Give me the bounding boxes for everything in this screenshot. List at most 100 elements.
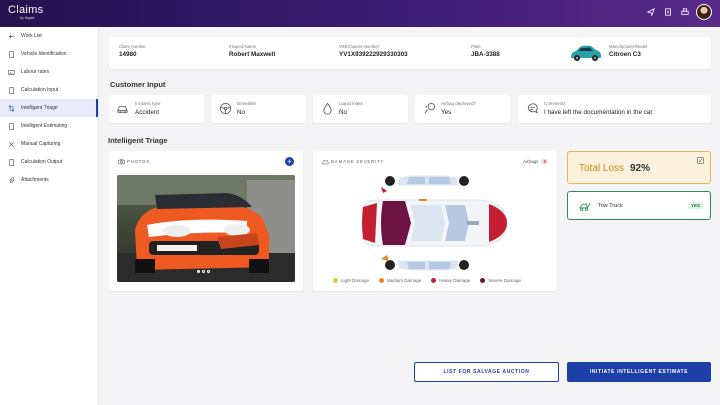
- back-arrow-icon: [8, 34, 14, 38]
- camera-icon: [118, 159, 125, 165]
- edit-icon[interactable]: [697, 157, 704, 164]
- airbags-label: Airbags: [522, 159, 539, 164]
- sidebar-item-label: Intelligent Triage: [21, 105, 58, 111]
- liquid-leaks-value: No: [339, 109, 348, 116]
- driveable-card: Driveable No: [211, 95, 306, 123]
- carousel-dot[interactable]: [197, 270, 200, 273]
- carousel-dot[interactable]: [207, 270, 210, 273]
- document-icon: [9, 50, 14, 58]
- sidebar-item-attachments[interactable]: Attachments: [0, 171, 98, 189]
- model-field: Manufacturer/Model Citroen C3: [609, 44, 647, 58]
- model-label: Manufacturer/Model: [609, 44, 648, 49]
- app-title: Claims: [8, 4, 44, 16]
- plate-field: Plate JBA-3388: [471, 44, 500, 58]
- paperclip-icon: [9, 177, 15, 183]
- sidebar: Work List Vehicle Identification Labour …: [0, 27, 99, 405]
- document-icon: [9, 122, 14, 130]
- incident-type-value: Accident: [135, 109, 160, 116]
- document-icon: [9, 86, 14, 94]
- plate-value: JBA-3388: [471, 51, 500, 58]
- printer-icon[interactable]: [679, 7, 690, 18]
- sidebar-item-manual-capturing[interactable]: Manual Capturing: [0, 135, 98, 153]
- total-loss-card[interactable]: Total Loss 92%: [567, 151, 711, 184]
- send-icon[interactable]: [645, 7, 656, 18]
- liquid-leaks-card: Liquid leaks No: [313, 95, 408, 123]
- airbag-card: Airbag deployed? Yes: [415, 95, 510, 123]
- sidebar-item-label: Work List: [21, 33, 42, 39]
- sidebar-item-calculation-input[interactable]: Calculation Input: [0, 81, 98, 99]
- vin-field: VIN/Chassis Number YV1X939222929330303: [339, 44, 408, 58]
- model-value: Citroen C3: [609, 51, 641, 58]
- legend-medium: Medium Damage: [379, 278, 421, 283]
- airbag-value: Yes: [441, 109, 452, 116]
- comments-card: Comments I have left the documentation i…: [518, 95, 711, 123]
- airbag-label: Airbag deployed?: [441, 101, 477, 106]
- image-icon: [8, 69, 15, 75]
- sidebar-item-label: Vehicle Identification: [21, 51, 67, 57]
- legend-heavy: Heavy Damage: [431, 278, 470, 283]
- customer-input-title: Customer Input: [110, 80, 166, 89]
- incident-type-label: Incident type: [135, 101, 161, 106]
- claim-summary-bar: Claim number 14980 Insured Name Robert M…: [109, 37, 711, 69]
- sidebar-item-calculation-output[interactable]: Calculation Output: [0, 153, 98, 171]
- car-thumbnail: [571, 45, 601, 61]
- sidebar-item-vehicle-identification[interactable]: Vehicle Identification: [0, 45, 98, 63]
- sidebar-item-label: Attachments: [21, 177, 49, 183]
- insured-name-value: Robert Maxwell: [229, 51, 276, 58]
- top-bar: Claims by Sapiel: [0, 0, 720, 27]
- insured-name-label: Insured Name: [229, 44, 256, 49]
- sidebar-item-label: Intelligent Estimating: [21, 123, 68, 129]
- intelligent-triage-title: Intelligent Triage: [108, 136, 168, 145]
- legend-light: Light Damage: [333, 278, 369, 283]
- legend-severe: Severe Damage: [480, 278, 521, 283]
- tow-truck-card[interactable]: Tow Truck YES: [567, 191, 711, 220]
- sort-icon: [8, 104, 15, 112]
- user-avatar[interactable]: [696, 4, 712, 20]
- total-loss-label: Total Loss: [579, 163, 625, 174]
- car-front-icon: [322, 160, 329, 165]
- airbags-indicator: Airbags 2: [523, 159, 548, 164]
- comments-label: Comments: [544, 101, 566, 106]
- claim-number-field: Claim number 14980: [119, 44, 146, 58]
- damage-severity-title: DAMAGE SEVERITY: [331, 159, 385, 164]
- car-crash-icon: [117, 106, 128, 114]
- document-icon[interactable]: [662, 7, 673, 18]
- initiate-intelligent-estimate-button[interactable]: INITIATE INTELLIGENT ESTIMATE: [567, 362, 711, 382]
- app-logo[interactable]: Claims by Sapiel: [8, 4, 43, 20]
- sidebar-item-label: Calculation Input: [21, 87, 59, 93]
- incident-type-card: Incident type Accident: [109, 95, 204, 123]
- vin-label: VIN/Chassis Number: [339, 44, 380, 49]
- tools-icon: [9, 141, 14, 147]
- sidebar-item-label: Calculation Output: [21, 159, 63, 165]
- list-for-salvage-auction-button[interactable]: LIST FOR SALVAGE AUCTION: [414, 362, 559, 382]
- sidebar-item-work-list[interactable]: Work List: [0, 27, 98, 45]
- severity-legend: Light Damage Medium Damage Heavy Damage …: [333, 278, 521, 283]
- drop-icon: [323, 102, 332, 115]
- driveable-label: Driveable: [237, 101, 257, 106]
- vin-value: YV1X939222929330303: [339, 51, 408, 58]
- car-damage-diagram[interactable]: [359, 171, 511, 275]
- airbag-icon: [424, 102, 436, 114]
- total-loss-percentage: 92%: [630, 163, 651, 174]
- plate-label: Plate: [471, 44, 481, 49]
- comment-icon: [527, 103, 538, 114]
- liquid-leaks-label: Liquid leaks: [339, 101, 363, 106]
- app-subtitle: by Sapiel: [20, 16, 35, 20]
- tow-truck-label: Tow Truck: [598, 203, 623, 209]
- damage-photo[interactable]: [117, 175, 295, 282]
- airbags-count: 2: [541, 159, 548, 164]
- photo-carousel-dots[interactable]: [197, 270, 210, 273]
- claim-number-value: 14980: [119, 51, 137, 58]
- photos-panel: PHOTOS +: [109, 151, 303, 291]
- add-photo-button[interactable]: +: [285, 157, 294, 166]
- comments-value: I have left the documentation in the car…: [544, 109, 654, 116]
- carousel-dot[interactable]: [202, 270, 205, 273]
- sidebar-item-intelligent-triage[interactable]: Intelligent Triage: [0, 99, 98, 117]
- claim-number-label: Claim number: [119, 44, 146, 49]
- photos-title: PHOTOS: [127, 159, 150, 164]
- sidebar-item-label: Labour rates: [21, 69, 50, 75]
- sidebar-item-labour-rates[interactable]: Labour rates: [0, 63, 98, 81]
- document-icon: [9, 158, 14, 166]
- damage-severity-panel: DAMAGE SEVERITY Airbags 2 Light Damage M…: [313, 151, 557, 291]
- sidebar-item-intelligent-estimating[interactable]: Intelligent Estimating: [0, 117, 98, 135]
